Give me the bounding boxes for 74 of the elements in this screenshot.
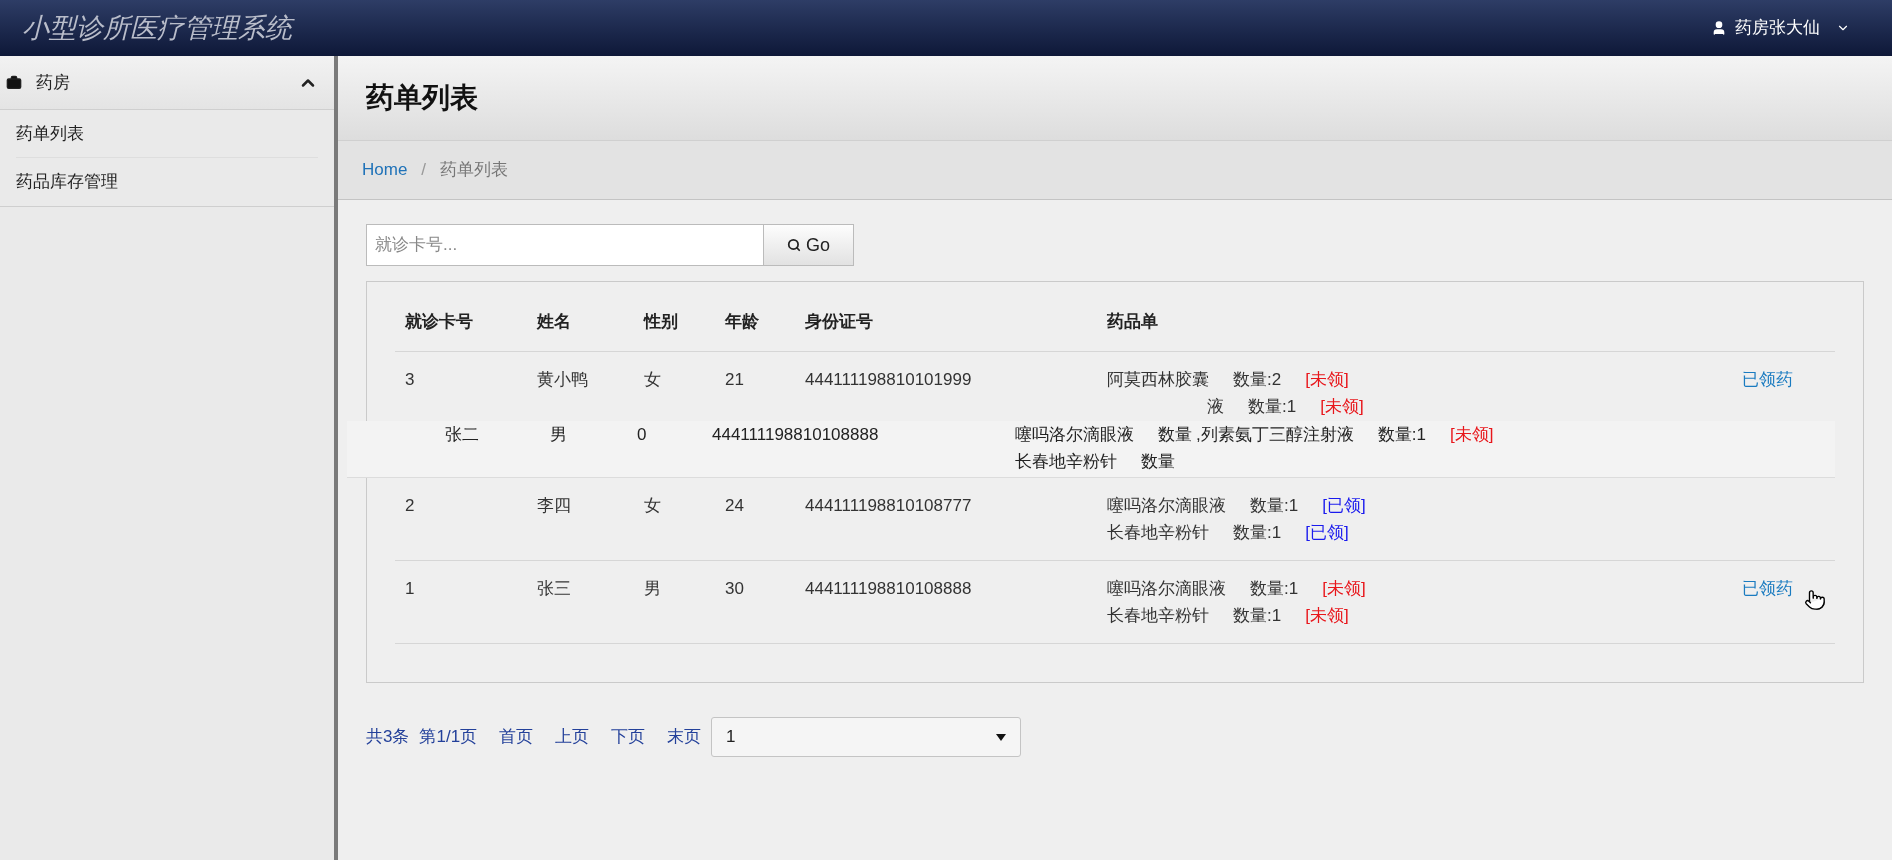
table-cell-text: 0: [637, 423, 647, 446]
breadcrumb-separator: /: [421, 159, 427, 182]
hand-cursor-icon: [1804, 589, 1826, 611]
drug-name: 长春地辛粉针: [1107, 604, 1209, 627]
user-menu[interactable]: 药房张大仙: [1711, 15, 1850, 41]
table-cell-text: 30: [725, 577, 744, 600]
status-label: [未领]: [1305, 604, 1349, 627]
drug-name: ,列素氨丁三醇注射液: [1196, 423, 1354, 446]
sidebar-group-header[interactable]: 药房: [0, 56, 334, 110]
go-button[interactable]: Go: [764, 224, 854, 266]
table-cell-text: 男: [550, 423, 567, 446]
drug-name: 阿莫西林胶囊: [1107, 368, 1209, 391]
drug-name: 噻吗洛尔滴眼液: [1107, 577, 1226, 600]
status-label: [未领]: [1322, 577, 1366, 600]
table-cell-text: 444111198810108888: [712, 423, 879, 446]
dispense-link[interactable]: 已领药: [1742, 366, 1793, 393]
drug-name: 噻吗洛尔滴眼液: [1107, 494, 1226, 517]
pagination-link[interactable]: 下页: [611, 724, 646, 750]
table-cell-text: 3: [405, 368, 415, 391]
status-label: [已领]: [1305, 521, 1349, 544]
drug-quantity: 数量:1: [1233, 521, 1282, 544]
sidebar-item[interactable]: 药单列表: [16, 110, 318, 158]
drug-quantity: 数量:1: [1250, 494, 1299, 517]
dropdown-arrow-icon: [996, 733, 1007, 741]
table-cell-text: 444111198810101999: [805, 368, 972, 391]
status-label: [未领]: [1305, 368, 1349, 391]
table-cell-text: 男: [644, 577, 661, 600]
sidebar-item[interactable]: 药品库存管理: [16, 158, 318, 206]
drug-name: 噻吗洛尔滴眼液: [1015, 423, 1134, 446]
status-label: [已领]: [1322, 494, 1366, 517]
table-cell-text: 女: [644, 368, 661, 391]
table-cell-text: 1: [405, 577, 415, 600]
drug-name: 液: [1207, 395, 1224, 418]
column-header: 姓名: [537, 310, 572, 333]
column-header: 性别: [644, 310, 679, 333]
column-header: 就诊卡号: [405, 310, 474, 333]
status-label: [未领]: [1320, 395, 1364, 418]
table-cell-text: 张三: [537, 577, 571, 600]
table-cell-text: 24: [725, 494, 744, 517]
drug-quantity: 数量:1: [1250, 577, 1299, 600]
record-count: 共3条: [366, 726, 410, 749]
column-header: 年龄: [725, 310, 760, 333]
drug-quantity: 数量:2: [1233, 368, 1282, 391]
page-title: 药单列表: [366, 81, 478, 115]
breadcrumb-link[interactable]: Home: [362, 157, 408, 183]
drug-name: 长春地辛粉针: [1015, 450, 1117, 473]
drug-quantity: 数量:1: [1233, 604, 1282, 627]
status-label: [未领]: [1449, 423, 1494, 446]
pagination-link[interactable]: 末页: [667, 724, 702, 750]
pagination-link[interactable]: 上页: [555, 724, 590, 750]
dispense-link[interactable]: 已领药: [1742, 575, 1793, 602]
drug-name: 长春地辛粉针: [1107, 521, 1209, 544]
user-icon: [1711, 20, 1727, 36]
table-cell-text: 444111198810108777: [805, 494, 972, 517]
table-cell-text: 2: [405, 494, 415, 517]
table-cell-text: 444111198810108888: [805, 577, 972, 600]
table-cell-text: 21: [725, 368, 744, 391]
drug-quantity: 数量: [1141, 450, 1175, 473]
drug-quantity: 数量:1: [1377, 423, 1426, 446]
table-cell-text: 黄小鸭: [537, 368, 588, 391]
table-cell-text: 张二: [445, 423, 479, 446]
table-cell-text: 女: [644, 494, 661, 517]
page-info: 第1/1页: [419, 726, 478, 749]
briefcase-icon: [6, 74, 22, 91]
breadcrumb-current: 药单列表: [440, 159, 509, 182]
drug-quantity: 数量:1: [1248, 395, 1297, 418]
column-header: 身份证号: [805, 310, 874, 333]
table-cell-text: 李四: [537, 494, 571, 517]
page-select[interactable]: 1: [711, 717, 1022, 757]
search-field[interactable]: 就诊卡号...: [366, 224, 764, 266]
drug-quantity: 数量: [1158, 423, 1192, 446]
pagination-link[interactable]: 首页: [499, 724, 534, 750]
search-icon: [787, 238, 801, 252]
column-header: 药品单: [1107, 310, 1159, 333]
